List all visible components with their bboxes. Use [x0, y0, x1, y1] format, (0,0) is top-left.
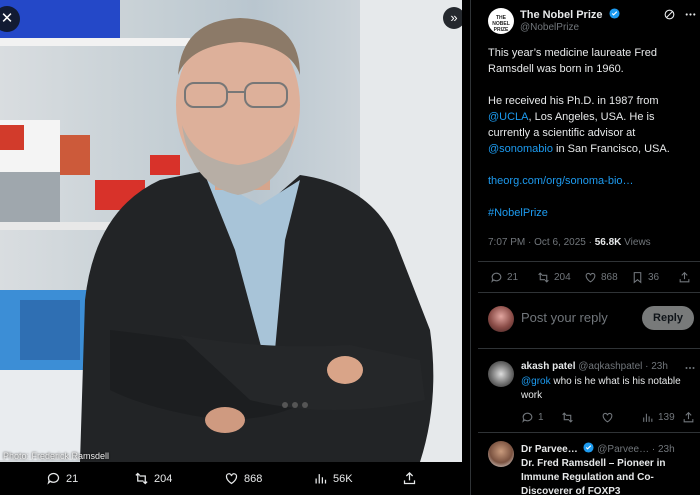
media-views-button[interactable]: 56K: [313, 462, 353, 495]
comment-reply-count: 1: [538, 411, 544, 423]
author-handle[interactable]: @NobelPrize: [520, 22, 579, 33]
media-like-button[interactable]: 868: [224, 462, 262, 495]
like-stat-button[interactable]: 868: [584, 269, 618, 285]
views-icon: [315, 474, 327, 484]
share-icon: [683, 411, 694, 422]
reply-button[interactable]: Reply: [642, 306, 694, 330]
media-repost-button[interactable]: 204: [134, 462, 172, 495]
author-name[interactable]: The Nobel Prize: [520, 8, 620, 21]
author-avatar[interactable]: THE NOBEL PRIZE: [488, 8, 514, 34]
reply-input[interactable]: Post your reply: [521, 310, 608, 325]
heart-icon: [585, 272, 596, 282]
repost-icon: [538, 271, 549, 283]
hashtag-link[interactable]: #NobelPrize: [488, 205, 698, 221]
reply-stat-button[interactable]: 21: [490, 269, 518, 285]
photo-illustration: [0, 0, 462, 462]
mention-ucla[interactable]: @UCLA: [488, 111, 529, 123]
comment-author-name: Dr Parvee…: [521, 444, 578, 455]
collapse-panel-icon[interactable]: »: [443, 7, 462, 29]
text-segment: He received his Ph.D. in 1987 from: [488, 95, 659, 107]
comment-handle: @aqkashpatel · 23h: [578, 361, 668, 372]
media-viewer: Photo: Frederick Ramsdell ✕ » 21 204 868…: [0, 0, 462, 495]
current-user-avatar: [488, 306, 514, 332]
comment-repost-button[interactable]: [561, 409, 574, 425]
repost-count: 204: [554, 271, 571, 283]
comment-share-button[interactable]: [682, 409, 695, 425]
share-icon: [403, 471, 416, 485]
views-label: Views: [621, 237, 651, 248]
pane-divider: [470, 0, 471, 495]
tweet-paragraph-1: This year’s medicine laureate Fred Ramsd…: [488, 47, 657, 75]
like-count: 868: [601, 271, 618, 283]
share-icon: [679, 271, 690, 282]
tweet-url-link[interactable]: theorg.com/org/sonoma-bio…: [488, 173, 698, 189]
reply-icon: [491, 272, 502, 283]
views-icon: [643, 413, 653, 422]
media-views-count: 56K: [333, 472, 353, 485]
separator: [478, 348, 700, 349]
media-reply-button[interactable]: 21: [46, 462, 78, 495]
media-reply-count: 21: [66, 472, 79, 485]
verified-badge-icon: [583, 442, 595, 453]
comment-like-button[interactable]: [601, 409, 614, 425]
separator: [478, 292, 700, 293]
bookmark-count: 36: [648, 271, 660, 283]
repost-icon: [135, 472, 148, 485]
comment-views-count: 139: [658, 411, 675, 423]
tweet-meta: 7:07 PM · Oct 6, 2025 · 56.8K Views: [488, 237, 651, 248]
separator: [478, 432, 700, 433]
repost-stat-button[interactable]: 204: [537, 269, 571, 285]
comment-author-name: akash patel: [521, 361, 576, 372]
bookmark-icon: [633, 271, 642, 284]
media-repost-count: 204: [154, 472, 173, 485]
text-segment: in San Francisco, USA.: [552, 143, 670, 155]
photo-credit: Photo: Frederick Ramsdell: [3, 451, 110, 461]
mention-grok[interactable]: @grok: [521, 376, 551, 387]
media-like-count: 868: [244, 472, 263, 485]
share-button[interactable]: [678, 269, 691, 285]
media-action-bar: 21 204 868 56K: [0, 462, 462, 495]
tweet-views-count: 56.8K: [594, 237, 622, 248]
comment-text: @grok who is he what is his notable work: [521, 375, 696, 403]
laureate-photo[interactable]: Photo: Frederick Ramsdell: [0, 0, 462, 462]
comment-author[interactable]: Dr Parvee… @Parvee… · 23h: [521, 442, 675, 455]
reply-icon: [47, 472, 60, 485]
comment-text: Dr. Fred Ramsdell – Pioneer in Immune Re…: [521, 458, 666, 495]
reply-icon: [522, 412, 533, 423]
grok-icon[interactable]: [663, 8, 676, 21]
tweet-paragraph-2: He received his Ph.D. in 1987 from @UCLA…: [488, 93, 698, 157]
comment-avatar[interactable]: [488, 441, 514, 467]
bookmark-stat-button[interactable]: 36: [631, 269, 659, 285]
mention-sonomabio[interactable]: @sonomabio: [488, 143, 553, 155]
comment-avatar[interactable]: [488, 361, 514, 387]
heart-icon: [602, 412, 613, 422]
comment-handle: @Parvee… · 23h: [597, 444, 675, 455]
author-name-text: The Nobel Prize: [520, 9, 603, 21]
tweet-timestamp[interactable]: 7:07 PM · Oct 6, 2025 ·: [488, 237, 595, 248]
heart-icon: [225, 473, 238, 485]
separator: [478, 261, 700, 262]
reply-count: 21: [507, 271, 519, 283]
tweet-body: This year’s medicine laureate Fred Ramsd…: [488, 45, 698, 237]
more-options-icon[interactable]: [684, 8, 697, 21]
repost-icon: [562, 411, 573, 423]
comment-views-button[interactable]: 139: [641, 409, 675, 425]
comment-author[interactable]: akash patel @aqkashpatel · 23h: [521, 361, 668, 372]
verified-badge-icon: [609, 8, 620, 19]
comment-more-icon[interactable]: [684, 362, 696, 374]
comment-reply-button[interactable]: 1: [521, 409, 544, 425]
media-share-button[interactable]: [402, 462, 417, 495]
